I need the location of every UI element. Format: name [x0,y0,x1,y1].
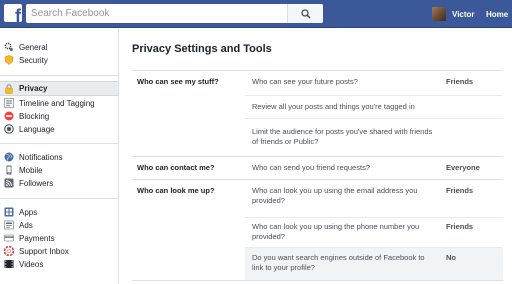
user-name: Victor [452,9,475,19]
section-who-can-see-my-stuff: Who can see my stuff? Who can see your f… [132,71,503,157]
search-icon [300,8,311,19]
timeline-icon [4,98,14,108]
sidebar-item-label: General [19,42,48,52]
rss-icon [4,178,14,188]
sidebar-item-notifications[interactable]: Notifications [0,150,118,164]
sidebar-item-security[interactable]: Security [0,53,118,67]
sidebar-item-label: Videos [19,259,44,269]
block-icon [4,111,14,121]
search-box [26,4,323,23]
sidebar-item-label: Notifications [19,152,63,162]
privacy-settings-table: Who can see my stuff? Who can see your f… [132,70,503,281]
lock-icon [4,83,14,94]
sidebar-item-support-inbox[interactable]: Support Inbox [0,244,118,258]
sidebar-item-privacy[interactable]: Privacy [0,81,118,96]
mobile-icon [4,165,14,175]
top-bar: f Victor Home [0,0,512,28]
sidebar-item-language[interactable]: Language [0,122,118,136]
section-label: Who can see my stuff? [137,77,219,86]
sidebar-divider [0,198,118,199]
gear-icon [4,42,14,52]
sidebar-item-videos[interactable]: Videos [0,257,118,271]
section-who-can-contact-me: Who can contact me? Who can send you fri… [132,157,503,180]
setting-value: Friends [446,77,474,86]
home-link[interactable]: Home [486,10,508,19]
setting-row[interactable]: Who can send you friend requests? Everyo… [245,157,503,179]
setting-question: Who can see your future posts? [252,77,358,86]
search-input[interactable] [26,4,296,23]
settings-sidebar: General Security Privacy Timeline and Ta… [0,29,119,284]
sidebar-item-label: Language [19,124,55,134]
sidebar-item-label: Security [19,55,48,65]
globe-icon [4,124,14,134]
shield-icon [4,55,14,65]
sidebar-divider [0,75,118,76]
sidebar-item-timeline-and-tagging[interactable]: Timeline and Tagging [0,96,118,110]
apps-icon [4,207,14,217]
support-icon [4,246,14,256]
setting-question: Review all your posts and things you're … [252,102,415,111]
setting-question: Who can look you up using the email addr… [252,186,418,205]
setting-question: Who can look you up using the phone numb… [252,222,420,241]
sidebar-item-label: Followers [19,178,54,188]
sidebar-item-label: Ads [19,220,33,230]
setting-question: Who can send you friend requests? [252,163,370,172]
sidebar-item-blocking[interactable]: Blocking [0,109,118,123]
sidebar-item-label: Mobile [19,165,43,175]
search-button[interactable] [287,4,323,23]
setting-value: Friends [446,222,474,231]
sidebar-item-general[interactable]: General [0,40,118,54]
sidebar-item-label: Apps [19,207,38,217]
sidebar-item-label: Blocking [19,111,50,121]
sidebar-item-followers[interactable]: Followers [0,176,118,190]
profile-link[interactable]: Victor [432,6,475,22]
globe-icon [4,152,14,162]
ads-icon [4,220,14,230]
sidebar-item-apps[interactable]: Apps [0,205,118,219]
setting-question: Limit the audience for posts you've shar… [252,127,433,146]
payments-icon [4,233,14,243]
sidebar-item-mobile[interactable]: Mobile [0,163,118,177]
setting-row[interactable]: Do you want search engines outside of Fa… [245,247,503,280]
setting-question: Do you want search engines outside of Fa… [252,253,425,272]
video-icon [4,259,14,269]
setting-row[interactable]: Review all your posts and things you're … [245,95,503,118]
sidebar-divider [0,143,118,144]
setting-value: No [446,253,456,262]
sidebar-item-label: Timeline and Tagging [19,98,95,108]
setting-value: Friends [446,186,474,195]
setting-row[interactable]: Who can look you up using the phone numb… [245,217,503,247]
setting-row[interactable]: Limit the audience for posts you've shar… [245,118,503,156]
sidebar-item-label: Support Inbox [19,246,69,256]
section-label: Who can contact me? [137,163,215,172]
avatar [432,7,446,21]
setting-value: Everyone [446,163,480,172]
facebook-logo-icon[interactable]: f [4,4,22,22]
sidebar-item-label: Privacy [19,84,48,93]
section-label: Who can look me up? [137,186,215,195]
section-who-can-look-me-up: Who can look me up? Who can look you up … [132,180,503,281]
sidebar-item-label: Payments [19,233,55,243]
sidebar-item-ads[interactable]: Ads [0,218,118,232]
setting-row[interactable]: Who can look you up using the email addr… [245,180,503,217]
setting-row[interactable]: Who can see your future posts? Friends [245,71,503,95]
page-title: Privacy Settings and Tools [132,43,272,55]
sidebar-item-payments[interactable]: Payments [0,231,118,245]
